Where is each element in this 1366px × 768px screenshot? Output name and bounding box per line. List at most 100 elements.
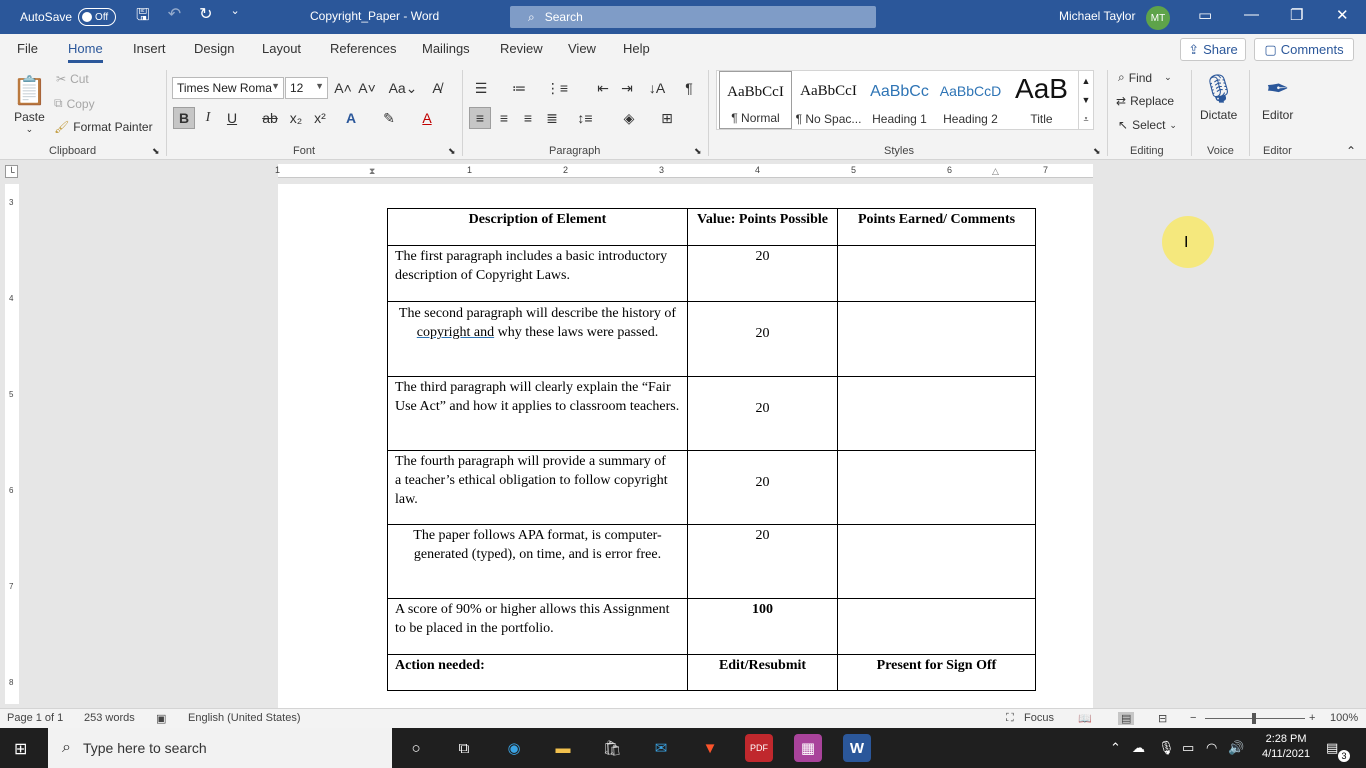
tab-selector[interactable]: └ [5,165,18,178]
header-cell[interactable]: Value: Points Possible [687,208,838,246]
search-box[interactable]: ⌕ Search [510,6,876,28]
app-icon[interactable]: ▦ [794,734,822,762]
autosave-toggle[interactable]: Off [78,8,117,26]
onedrive-icon[interactable]: ☁ [1132,740,1145,756]
shading-icon[interactable]: ◈ [618,107,640,129]
multilevel-list-icon[interactable]: ⋮≡ [546,77,568,99]
change-case-icon[interactable]: Aa⌄ [388,77,418,99]
shrink-font-icon[interactable]: A˅ [356,77,378,99]
tab-view[interactable]: View [568,41,596,56]
tab-insert[interactable]: Insert [133,41,166,56]
tab-mailings[interactable]: Mailings [422,41,470,56]
more-styles-icon[interactable]: ⩡ [1083,114,1088,125]
numbering-icon[interactable]: ≔ [508,77,530,99]
undo-icon[interactable]: ↶ [168,4,181,31]
grow-font-icon[interactable]: A˄ [332,77,354,99]
comments-cell[interactable] [837,450,1036,525]
description-cell[interactable]: The third paragraph will clearly explain… [387,376,688,451]
language[interactable]: English (United States) [188,712,301,724]
user-name[interactable]: Michael Taylor [1059,9,1135,23]
windows-start-icon[interactable]: ⊞ [14,739,27,759]
style-no-spacing[interactable]: AaBbCcI ¶ No Spac... [792,71,865,129]
align-center-button[interactable]: ≡ [493,107,515,129]
edge-icon[interactable]: ◉ [500,734,528,762]
dialog-launcher-icon[interactable]: ⬊ [448,146,456,157]
chevron-up-icon[interactable]: ⌃ [1110,740,1121,756]
dictate-button[interactable]: 🎙 Dictate [1200,68,1237,123]
collapse-ribbon-icon[interactable]: ⌃ [1346,144,1356,158]
format-painter-button[interactable]: 🖌 Format Painter [54,120,153,134]
pdf-app-icon[interactable]: PDF [745,734,773,762]
points-cell[interactable]: 20 [687,376,838,451]
text-effects-icon[interactable]: A [340,107,362,129]
notification-icon[interactable]: ▤ [1326,740,1338,756]
tab-file[interactable]: File [17,41,38,56]
description-cell[interactable]: The second paragraph will describe the h… [387,301,688,377]
font-size-box[interactable]: 12 ▼ [285,77,328,99]
copy-button[interactable]: ⧉ Copy [54,96,95,111]
clock[interactable]: 2:28 PM 4/11/2021 [1262,732,1310,762]
web-layout-icon[interactable]: ⊟ [1158,712,1167,725]
sort-icon[interactable]: ↓A [646,77,668,99]
tab-references[interactable]: References [330,41,396,56]
print-layout-icon[interactable]: ▤ [1118,712,1135,725]
word-icon[interactable]: W [843,734,871,762]
tab-review[interactable]: Review [500,41,543,56]
comments-cell[interactable] [837,598,1036,655]
dialog-launcher-icon[interactable]: ⬊ [152,146,160,157]
bullets-icon[interactable]: ☰ [470,77,492,99]
find-button[interactable]: ⌕ Find ⌄ [1118,70,1172,85]
avatar[interactable]: MT [1146,6,1170,30]
customize-qat-icon[interactable]: ⌄ [231,4,240,31]
focus-icon[interactable]: ⛶ [1006,712,1014,725]
points-cell[interactable]: 20 [687,245,838,302]
comments-cell[interactable] [837,301,1036,377]
autosave[interactable]: AutoSave Off [20,8,117,26]
proofing-icon[interactable]: ▣ [156,712,166,725]
description-cell[interactable]: A score of 90% or higher allows this Ass… [387,598,688,655]
minimize-icon[interactable]: — [1244,6,1259,23]
mail-icon[interactable]: ✉ [647,734,675,762]
indent-marker-icon[interactable]: ⧗ [369,166,375,177]
comments-cell[interactable] [837,376,1036,451]
redo-icon[interactable]: ↻ [199,4,212,31]
save-icon[interactable]: 🖫 [136,4,150,31]
rubric-table[interactable]: Description of Element Value: Points Pos… [387,208,1036,691]
dialog-launcher-icon[interactable]: ⬊ [694,146,702,157]
comments-button[interactable]: ▢ Comments [1254,38,1354,61]
header-cell[interactable]: Description of Element [387,208,688,246]
spelling-underline-text[interactable]: copyright and [417,325,494,340]
style-heading-1[interactable]: AaBbCc Heading 1 [863,71,936,129]
file-explorer-icon[interactable]: ▬ [549,734,577,762]
description-cell[interactable]: The fourth paragraph will provide a summ… [387,450,688,525]
ribbon-display-icon[interactable]: ▭ [1198,6,1212,24]
description-cell[interactable]: The paper follows APA format, is compute… [387,524,688,599]
wifi-icon[interactable]: ◠ [1206,740,1217,756]
tab-layout[interactable]: Layout [262,41,301,56]
store-icon[interactable]: 🛍 [598,734,626,762]
dialog-launcher-icon[interactable]: ⬊ [1093,146,1101,157]
read-mode-icon[interactable]: 📖 [1078,712,1092,725]
decrease-indent-icon[interactable]: ⇤ [592,77,614,99]
bold-button[interactable]: B [173,107,195,129]
align-left-button[interactable]: ≡ [469,107,491,129]
comments-cell[interactable] [837,524,1036,599]
tab-help[interactable]: Help [623,41,650,56]
tab-home[interactable]: Home [68,41,103,63]
action-cell[interactable]: Action needed: [387,654,688,691]
line-spacing-icon[interactable]: ↕≡ [574,107,596,129]
style-title[interactable]: AaB Title [1005,71,1078,129]
underline-button[interactable]: U [221,107,243,129]
points-cell[interactable]: 20 [687,524,838,599]
battery-icon[interactable]: ▭ [1182,740,1194,756]
share-button[interactable]: ⇪ Share [1180,38,1246,61]
chevron-up-icon[interactable]: ▲ [1082,76,1091,86]
increase-indent-icon[interactable]: ⇥ [616,77,638,99]
word-count[interactable]: 253 words [84,712,135,724]
zoom-slider-handle[interactable] [1252,713,1256,724]
select-button[interactable]: ↖ Select ⌄ [1118,118,1177,132]
justify-button[interactable]: ≣ [541,107,563,129]
zoom-level[interactable]: 100% [1330,712,1358,724]
cut-button[interactable]: ✂ Cut [56,72,89,86]
font-color-icon[interactable]: A [416,107,438,129]
